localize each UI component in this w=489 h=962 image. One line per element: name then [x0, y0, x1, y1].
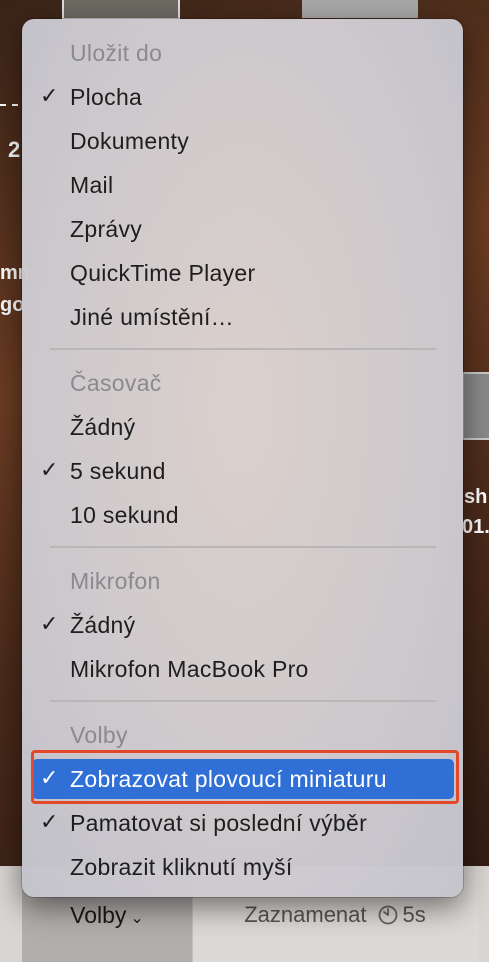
menu-item-label: Žádný [70, 413, 136, 440]
menu-separator [50, 348, 436, 350]
checkmark-icon: ✓ [40, 809, 59, 834]
menu-item-other-location[interactable]: Jiné umístění… [32, 297, 454, 337]
menu-item-remember-last-selection[interactable]: ✓ Pamatovat si poslední výběr [32, 803, 454, 843]
record-button[interactable]: Zaznamenat 5s [192, 892, 478, 938]
menu-item-label: Pamatovat si poslední výběr [70, 809, 368, 836]
menu-item-timer-5s[interactable]: ✓ 5 sekund [32, 451, 454, 491]
options-button[interactable]: Volby ⌄ [22, 892, 192, 938]
menu-item-label: 5 sekund [70, 457, 166, 484]
menu-separator [50, 700, 436, 702]
menu-item-label: 10 sekund [70, 501, 179, 528]
menu-separator [50, 546, 436, 548]
checkmark-icon: ✓ [40, 611, 59, 636]
desktop-text-fragment: go [0, 294, 25, 316]
desktop-text-fragment: sh [464, 486, 488, 508]
menu-item-label: Mikrofon MacBook Pro [70, 655, 309, 682]
menu-item-documents[interactable]: Dokumenty [32, 121, 454, 161]
menu-item-label: Dokumenty [70, 127, 190, 154]
menu-section-header-timer: Časovač [70, 369, 162, 396]
menu-item-label: Plocha [70, 83, 143, 110]
menu-item-messages[interactable]: Zprávy [32, 209, 454, 249]
menu-item-label: Zprávy [70, 215, 143, 242]
checkmark-icon: ✓ [40, 457, 59, 482]
menu-item-show-mouse-clicks[interactable]: Zobrazit kliknutí myší [32, 847, 454, 887]
annotation-highlight-box [31, 750, 459, 804]
menu-item-quicktime[interactable]: QuickTime Player [32, 253, 454, 293]
checkmark-icon: ✓ [40, 83, 59, 108]
desktop-thumbnail [462, 372, 489, 440]
desktop-text-fragment: 2 [8, 137, 21, 162]
menu-item-label: Zobrazit kliknutí myší [70, 853, 293, 880]
menu-item-mic-none[interactable]: ✓ Žádný [32, 605, 454, 645]
desktop-text-fragment: 01. [462, 516, 489, 538]
menu-item-mail[interactable]: Mail [32, 165, 454, 205]
menu-item-mic-macbook[interactable]: Mikrofon MacBook Pro [32, 649, 454, 689]
menu-item-desktop[interactable]: ✓ Plocha [32, 77, 454, 117]
record-button-label: Zaznamenat [244, 902, 367, 927]
chevron-down-icon: ⌄ [130, 910, 144, 927]
menu-section-header-save-to: Uložit do [70, 39, 163, 66]
menu-item-label: Mail [70, 171, 114, 198]
menu-item-label: QuickTime Player [70, 259, 256, 286]
menu-section-header-microphone: Mikrofon [70, 567, 161, 594]
menu-item-label: Jiné umístění… [70, 303, 234, 330]
timer-icon [377, 902, 399, 928]
menu-item-timer-10s[interactable]: 10 sekund [32, 495, 454, 535]
menu-section-header-options: Volby [70, 721, 128, 748]
desktop-thumbnail [62, 0, 180, 20]
desktop-thumbnail [302, 0, 418, 18]
options-button-label: Volby [70, 901, 127, 928]
menu-item-label: Žádný [70, 611, 136, 638]
timer-value: 5s [402, 902, 426, 927]
desktop-dashed-line [0, 104, 18, 106]
menu-item-timer-none[interactable]: Žádný [32, 407, 454, 447]
